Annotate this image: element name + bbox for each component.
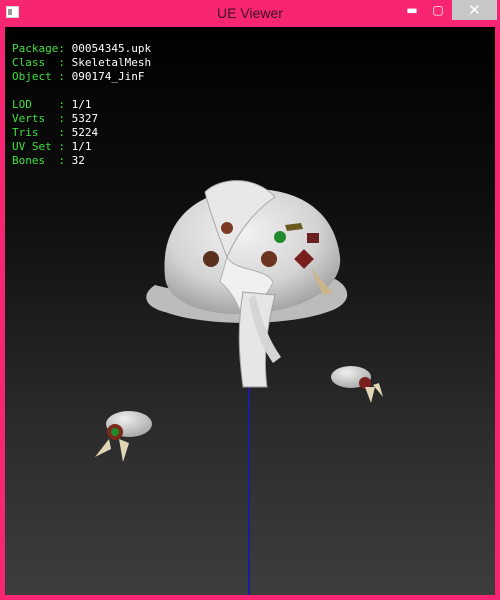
maximize-button[interactable]: ▢ [424,0,452,20]
3d-viewport[interactable]: Package: 00054345.upk Class : SkeletalMe… [5,27,495,595]
mesh-render[interactable] [5,27,495,595]
minimize-button[interactable]: ▬ [398,0,426,20]
hat-mesh [146,180,348,388]
tassel-mesh-left [95,411,152,462]
app-window: UE Viewer ▬ ▢ ✕ Package: 00054345.upk Cl… [0,0,500,600]
close-button[interactable]: ✕ [452,0,497,20]
tassel-mesh-right [331,366,383,403]
title-bar[interactable]: UE Viewer ▬ ▢ ✕ [0,0,500,27]
